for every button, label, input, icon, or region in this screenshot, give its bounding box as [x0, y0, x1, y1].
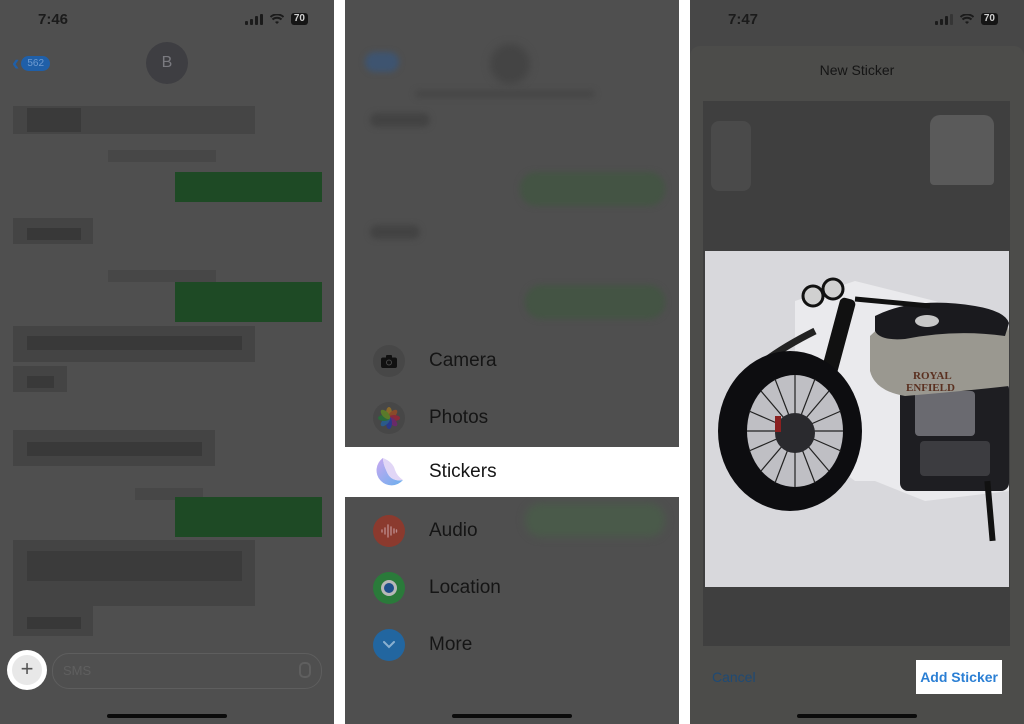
status-time: 7:46	[38, 11, 69, 28]
status-icons: 70	[244, 13, 308, 25]
blurred-text	[370, 225, 420, 239]
sheet-title: New Sticker	[819, 62, 895, 78]
plus-icon: +	[12, 655, 42, 685]
signal-icon	[244, 13, 263, 25]
brand-text: ROYAL	[913, 370, 952, 382]
blurred-text	[415, 90, 595, 98]
menu-item-more[interactable]: More	[345, 620, 679, 670]
back-button[interactable]: ‹ 562	[12, 50, 51, 75]
blurred-sent-message	[525, 285, 665, 319]
menu-item-location[interactable]: Location	[345, 563, 679, 613]
blurred-avatar	[490, 44, 530, 84]
home-indicator	[452, 714, 572, 718]
background-person	[711, 121, 751, 191]
chevron-down-icon	[373, 629, 405, 661]
svg-text:ENFIELD: ENFIELD	[906, 382, 955, 394]
redacted-message	[27, 551, 242, 581]
redacted-sent-message	[175, 172, 322, 202]
sms-message-input[interactable]: SMS	[52, 653, 322, 689]
add-sticker-button[interactable]: Add Sticker	[916, 660, 1002, 694]
motorcycle-sticker: ROYAL ENFIELD	[718, 277, 1009, 542]
wifi-icon	[959, 13, 974, 24]
menu-item-photos[interactable]: Photos	[345, 393, 679, 443]
redacted-sent-message	[175, 497, 322, 537]
contact-avatar[interactable]: B	[146, 42, 188, 84]
home-indicator	[797, 714, 917, 718]
unread-count-badge: 562	[21, 55, 51, 71]
battery-icon: 70	[290, 13, 308, 25]
battery-icon: 70	[980, 13, 998, 25]
blurred-back-badge	[365, 52, 399, 72]
audio-waveform-icon	[373, 515, 405, 547]
camera-icon	[373, 345, 405, 377]
redacted-message	[27, 336, 242, 350]
chevron-left-icon: ‹	[12, 50, 20, 75]
new-sticker-sheet: New Sticker ROYAL ENFIELD Cancel Add Sti…	[690, 46, 1024, 724]
redacted-message	[27, 442, 202, 456]
photos-icon	[373, 402, 405, 434]
menu-item-stickers[interactable]: Stickers	[345, 447, 679, 497]
sticker-preview: ROYAL ENFIELD	[705, 251, 1009, 587]
status-icons: 70	[934, 13, 998, 25]
new-sticker-screen: 7:47 70 New Sticker ROYAL ENFIELD Cancel…	[690, 0, 1024, 724]
menu-item-camera[interactable]: Camera	[345, 336, 679, 386]
menu-item-audio[interactable]: Audio	[345, 506, 679, 556]
cancel-button[interactable]: Cancel	[712, 669, 756, 685]
apps-plus-button[interactable]: +	[7, 650, 47, 690]
background-car	[930, 115, 994, 185]
redacted-message	[27, 228, 81, 240]
signal-icon	[934, 13, 953, 25]
blurred-sent-message	[520, 172, 665, 206]
microphone-icon[interactable]	[299, 662, 311, 678]
stickers-icon	[373, 456, 405, 488]
location-icon	[373, 572, 405, 604]
wifi-icon	[269, 13, 284, 24]
redacted-message	[27, 617, 81, 629]
sms-placeholder: SMS	[63, 663, 92, 678]
redacted-message	[27, 376, 54, 388]
redacted-timestamp	[108, 150, 216, 162]
redacted-message	[27, 108, 81, 132]
status-time: 7:47	[728, 11, 759, 28]
redacted-sent-message	[175, 282, 322, 322]
blurred-text	[370, 113, 430, 127]
redacted-timestamp	[108, 270, 216, 282]
messages-screen: 7:46 70 ‹ 562 B + SMS	[0, 0, 334, 724]
apps-menu-screen: Camera Photos Stickers Audio Location Mo…	[345, 0, 679, 724]
home-indicator	[107, 714, 227, 718]
